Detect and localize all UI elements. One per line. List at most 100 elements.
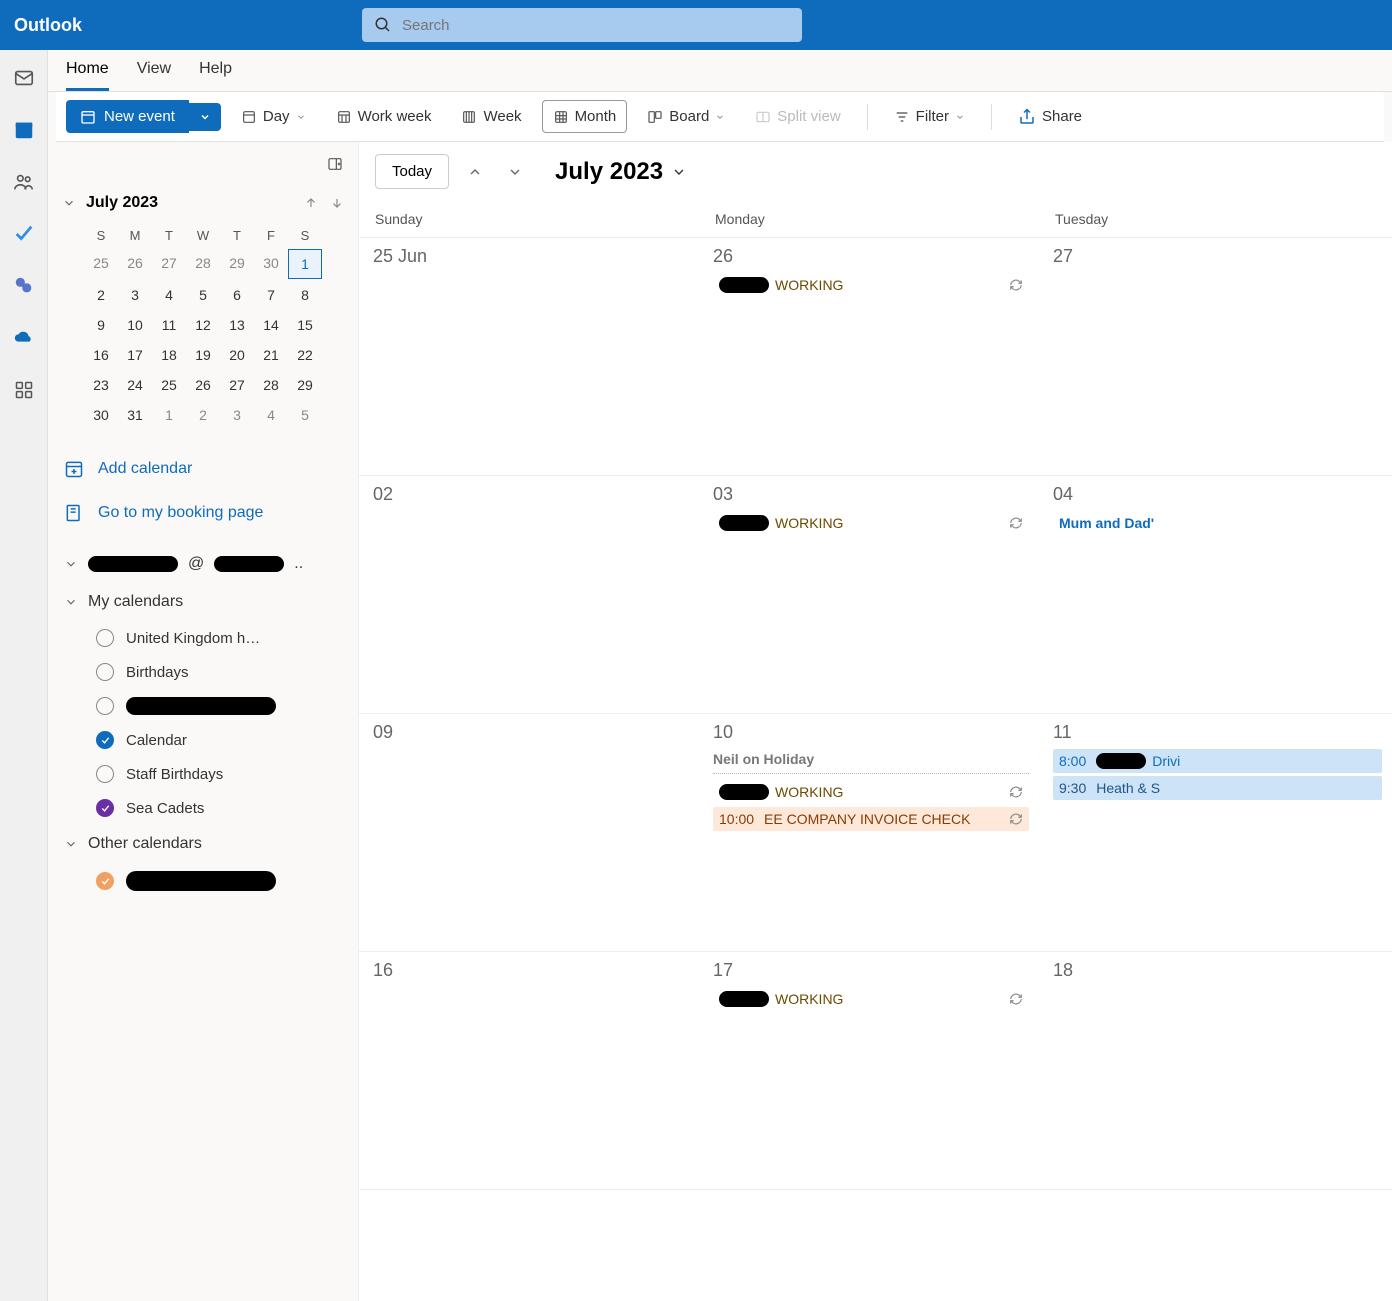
mini-day[interactable]: 22 (288, 341, 322, 369)
mini-day[interactable]: 15 (288, 311, 322, 339)
share-button[interactable]: Share (1008, 101, 1092, 133)
filter-button[interactable]: Filter (884, 101, 975, 132)
mail-icon[interactable] (12, 66, 36, 90)
mini-day[interactable]: 3 (118, 281, 152, 309)
mini-day[interactable]: 11 (152, 311, 186, 339)
search-input[interactable] (402, 17, 790, 34)
calendar-cell[interactable]: 18 (1039, 952, 1392, 1189)
calendar-check[interactable] (96, 663, 114, 681)
calendar-item-other-redacted[interactable] (62, 863, 344, 899)
calendar-item-uk[interactable]: United Kingdom h… (62, 621, 344, 655)
mini-day[interactable]: 16 (84, 341, 118, 369)
calendar-check-on[interactable] (96, 731, 114, 749)
calendar-cell[interactable]: 16 (359, 952, 699, 1189)
allday-event[interactable]: Neil on Holiday (713, 749, 1029, 774)
mini-day[interactable]: 10 (118, 311, 152, 339)
search-box[interactable] (362, 8, 802, 42)
calendar-event[interactable]: WORKING (713, 987, 1029, 1011)
mini-day[interactable]: 25 (84, 249, 118, 279)
account-section[interactable]: @ .. (62, 545, 344, 583)
mini-day[interactable]: 1 (152, 401, 186, 429)
other-calendars-section[interactable]: Other calendars (62, 825, 344, 863)
split-view-button[interactable]: Split view (745, 101, 850, 132)
calendar-icon[interactable] (12, 118, 36, 142)
tab-help[interactable]: Help (199, 60, 232, 91)
mini-day[interactable]: 26 (118, 249, 152, 279)
onedrive-icon[interactable] (12, 326, 36, 350)
calendar-event[interactable]: 10:00EE COMPANY INVOICE CHECK (713, 807, 1029, 831)
board-button[interactable]: Board (637, 101, 735, 132)
week-button[interactable]: Week (451, 101, 531, 132)
calendar-event[interactable]: Mum and Dad' (1053, 511, 1382, 535)
people-icon[interactable] (12, 170, 36, 194)
calendar-cell[interactable]: 25 Jun (359, 238, 699, 475)
mini-day[interactable]: 17 (118, 341, 152, 369)
calendar-event[interactable]: 8:00Drivi (1053, 749, 1382, 773)
tab-view[interactable]: View (137, 60, 171, 91)
mini-day[interactable]: 30 (84, 401, 118, 429)
calendar-cell[interactable]: 26WORKING (699, 238, 1039, 475)
my-calendars-section[interactable]: My calendars (62, 583, 344, 621)
mini-day[interactable]: 4 (152, 281, 186, 309)
mini-collapse-icon[interactable] (62, 196, 76, 210)
mini-day[interactable]: 3 (220, 401, 254, 429)
mini-day[interactable]: 18 (152, 341, 186, 369)
mini-day[interactable]: 29 (220, 249, 254, 279)
calendar-event[interactable]: WORKING (713, 511, 1029, 535)
next-month-icon[interactable] (501, 158, 529, 186)
mini-day[interactable]: 27 (152, 249, 186, 279)
calendar-title[interactable]: July 2023 (555, 158, 687, 186)
mini-day[interactable]: 9 (84, 311, 118, 339)
mini-day[interactable]: 25 (152, 371, 186, 399)
calendar-cell[interactable]: 17WORKING (699, 952, 1039, 1189)
mini-day[interactable]: 23 (84, 371, 118, 399)
mini-day[interactable]: 19 (186, 341, 220, 369)
mini-day[interactable]: 21 (254, 341, 288, 369)
calendar-item-sea-cadets[interactable]: Sea Cadets (62, 791, 344, 825)
todo-icon[interactable] (12, 222, 36, 246)
calendar-cell[interactable]: 02 (359, 476, 699, 713)
panel-toggle-icon[interactable] (326, 156, 344, 172)
new-event-dropdown[interactable] (189, 103, 221, 131)
mini-day[interactable]: 29 (288, 371, 322, 399)
new-event-button[interactable]: New event (66, 100, 189, 133)
calendar-item-birthdays[interactable]: Birthdays (62, 655, 344, 689)
booking-page-link[interactable]: Go to my booking page (62, 491, 344, 535)
mini-day[interactable]: 1 (288, 249, 322, 279)
prev-month-icon[interactable] (461, 158, 489, 186)
mini-day[interactable]: 30 (254, 249, 288, 279)
mini-day[interactable]: 26 (186, 371, 220, 399)
mini-day[interactable]: 2 (84, 281, 118, 309)
mini-day[interactable]: 13 (220, 311, 254, 339)
calendar-check[interactable] (96, 629, 114, 647)
month-button[interactable]: Month (542, 100, 628, 133)
calendar-event[interactable]: WORKING (713, 273, 1029, 297)
calendar-cell[interactable]: 27 (1039, 238, 1392, 475)
mini-day[interactable]: 14 (254, 311, 288, 339)
apps-icon[interactable] (12, 378, 36, 402)
mini-day[interactable]: 8 (288, 281, 322, 309)
mini-day[interactable]: 20 (220, 341, 254, 369)
calendar-item-redacted[interactable] (62, 689, 344, 723)
calendar-check-on[interactable] (96, 799, 114, 817)
calendar-check-on[interactable] (96, 872, 114, 890)
tab-home[interactable]: Home (66, 60, 109, 91)
calendar-event[interactable]: 9:30Heath & S (1053, 776, 1382, 800)
calendar-check[interactable] (96, 697, 114, 715)
mini-day[interactable]: 5 (186, 281, 220, 309)
mini-day[interactable]: 7 (254, 281, 288, 309)
mini-day[interactable]: 6 (220, 281, 254, 309)
calendar-cell[interactable]: 09 (359, 714, 699, 951)
mini-day[interactable]: 12 (186, 311, 220, 339)
mini-day[interactable]: 27 (220, 371, 254, 399)
calendar-item-calendar[interactable]: Calendar (62, 723, 344, 757)
add-calendar-link[interactable]: Add calendar (62, 447, 344, 491)
mini-day[interactable]: 4 (254, 401, 288, 429)
today-button[interactable]: Today (375, 154, 449, 189)
mini-day[interactable]: 24 (118, 371, 152, 399)
calendar-cell[interactable]: 04Mum and Dad' (1039, 476, 1392, 713)
calendar-item-staff-birthdays[interactable]: Staff Birthdays (62, 757, 344, 791)
day-button[interactable]: Day (231, 101, 316, 132)
app1-icon[interactable] (12, 274, 36, 298)
work-week-button[interactable]: Work week (326, 101, 442, 132)
